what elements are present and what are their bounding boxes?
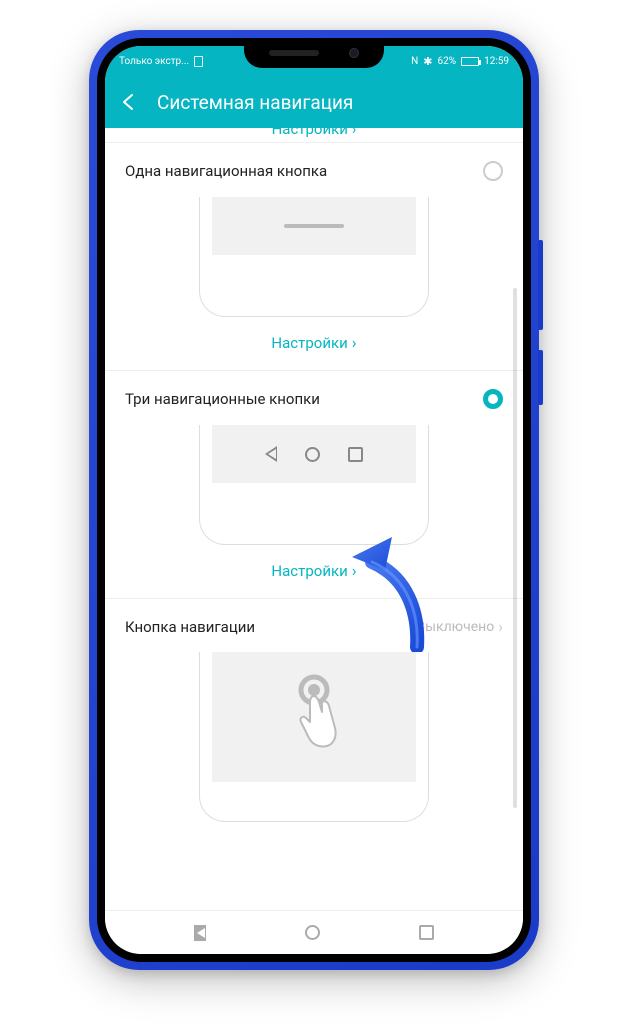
status-label: Выключено <box>416 619 494 635</box>
phone-frame: Только экстр... N ✱ 62% 12:59 Системная … <box>89 30 539 970</box>
radio-single-button[interactable] <box>483 161 503 181</box>
chevron-right-icon: › <box>352 128 357 138</box>
system-home-button[interactable] <box>305 925 320 940</box>
carrier-label: Только экстр... <box>119 56 189 67</box>
option-title: Кнопка навигации <box>125 618 255 636</box>
clock: 12:59 <box>484 56 509 67</box>
radio-three-buttons[interactable] <box>483 389 503 409</box>
preview-nav-button <box>199 652 429 822</box>
settings-link-label: Настройки <box>272 128 348 138</box>
bluetooth-icon: ✱ <box>423 55 432 68</box>
option-status[interactable]: Выключено › <box>416 617 503 636</box>
settings-link-label: Настройки <box>271 334 347 352</box>
settings-link-partial[interactable]: Настройки › <box>105 128 523 143</box>
sim-icon <box>194 56 203 67</box>
chevron-right-icon: › <box>352 561 357 580</box>
option-title: Три навигационные кнопки <box>125 390 320 408</box>
volume-button <box>538 240 543 330</box>
scrollbar[interactable] <box>513 288 517 808</box>
back-button[interactable] <box>119 92 139 112</box>
battery-percent: 62% <box>438 56 457 67</box>
nav-recent-icon <box>348 447 363 462</box>
content-area: Настройки › Одна навигационная кнопка <box>105 128 523 910</box>
battery-icon <box>461 57 479 66</box>
chevron-right-icon: › <box>352 333 357 352</box>
touch-hand-icon <box>279 672 349 762</box>
system-recent-button[interactable] <box>419 925 434 940</box>
phone-notch <box>244 38 384 68</box>
chevron-right-icon: › <box>498 617 503 636</box>
option-nav-button: Кнопка навигации Выключено › <box>105 599 523 840</box>
option-three-buttons: Три навигационные кнопки Настройки › <box>105 371 523 599</box>
gesture-pill-icon <box>284 224 344 228</box>
preview-three-buttons <box>199 425 429 545</box>
system-nav-bar <box>105 910 523 954</box>
nfc-icon: N <box>411 56 418 67</box>
nav-home-icon <box>305 447 320 462</box>
settings-link-label: Настройки <box>271 562 347 580</box>
settings-link-single[interactable]: Настройки › <box>125 317 503 352</box>
settings-link-three[interactable]: Настройки › <box>125 545 503 580</box>
app-header: Системная навигация <box>105 76 523 128</box>
power-button <box>538 350 543 405</box>
page-title: Системная навигация <box>157 91 353 114</box>
option-single-button: Одна навигационная кнопка Настройки › <box>105 143 523 371</box>
option-title: Одна навигационная кнопка <box>125 162 327 180</box>
system-back-button[interactable] <box>194 925 206 941</box>
nav-back-icon <box>265 446 277 462</box>
preview-single-button <box>199 197 429 317</box>
